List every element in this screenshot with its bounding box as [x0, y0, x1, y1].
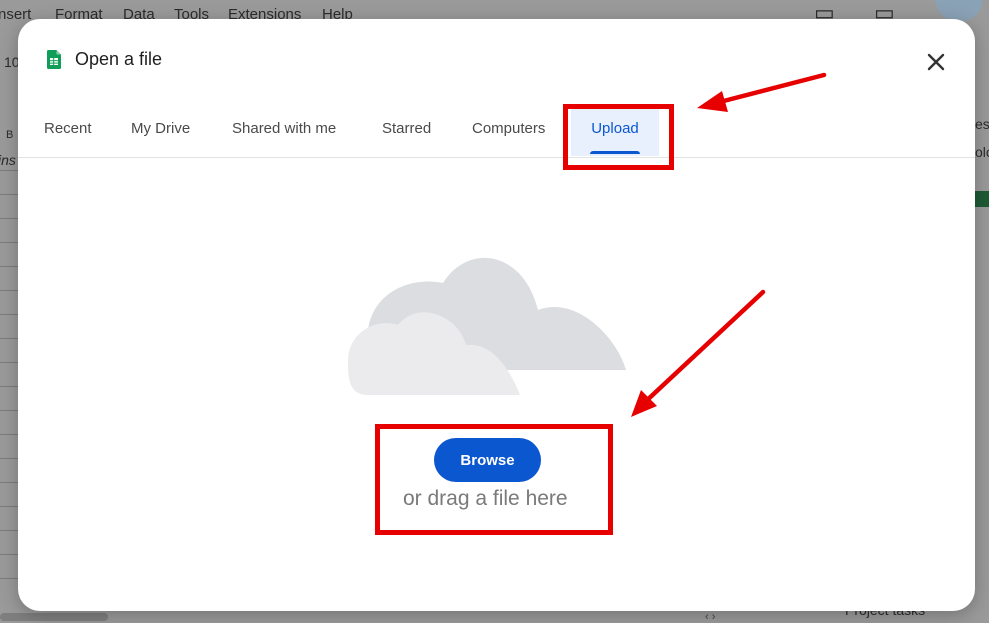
tab-recent[interactable]: Recent: [44, 107, 92, 156]
sheets-icon: [47, 50, 61, 69]
tab-my-drive[interactable]: My Drive: [131, 107, 190, 156]
bg-panel-fragment-1: es: [975, 116, 989, 132]
tab-bar: Recent My Drive Shared with me Starred C…: [18, 107, 975, 158]
bg-row-lines: [0, 170, 18, 590]
bg-cell-fragment: ins: [0, 152, 16, 168]
bg-column-b: B: [6, 129, 14, 141]
cloud-illustration: [348, 257, 626, 395]
tab-starred[interactable]: Starred: [382, 107, 431, 156]
bg-green-button: [975, 191, 989, 207]
tab-shared-with-me[interactable]: Shared with me: [232, 107, 336, 156]
close-icon: [927, 53, 945, 71]
annotation-box-browse: [375, 424, 613, 535]
bg-panel-fragment-2: olo: [975, 144, 989, 160]
bg-horizontal-scrollbar: [0, 613, 108, 621]
close-button[interactable]: [922, 48, 950, 76]
dialog-header: Open a file: [18, 19, 975, 99]
bg-scroll-arrows: ‹ ›: [705, 611, 716, 623]
dialog-title: Open a file: [75, 49, 163, 69]
annotation-box-upload-tab: [563, 104, 674, 170]
tab-computers[interactable]: Computers: [472, 107, 545, 156]
